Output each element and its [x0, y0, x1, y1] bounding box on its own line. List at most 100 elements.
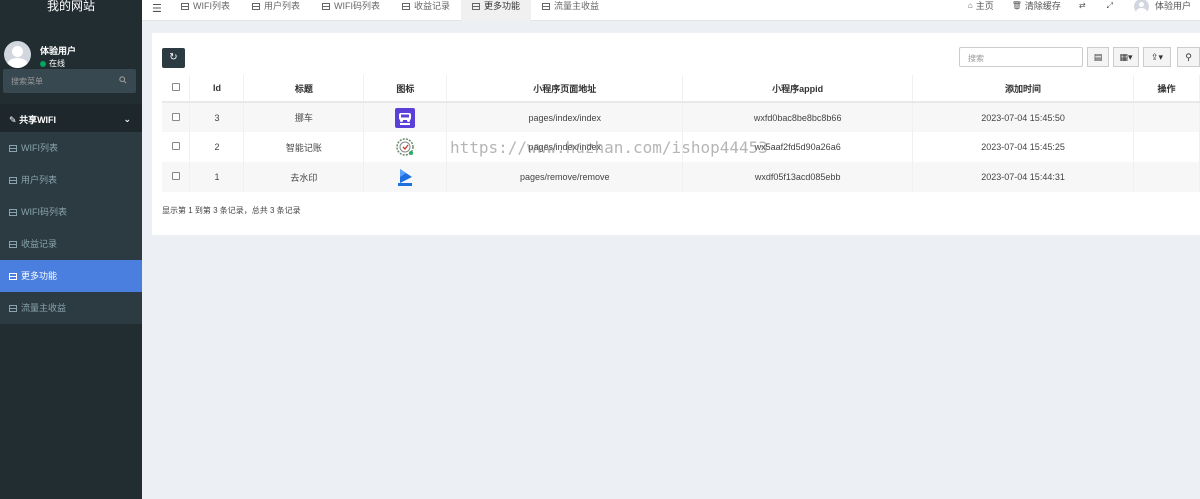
sidebar-item-wifi-code-list[interactable]: WIFI码列表	[0, 196, 142, 228]
row-checkbox[interactable]	[171, 142, 180, 150]
home-icon: ⌂	[967, 1, 973, 10]
row-time: 2023-07-04 15:45:50	[912, 102, 1134, 132]
tab-more-features[interactable]: 更多功能	[461, 0, 532, 21]
row-actions	[1133, 132, 1200, 162]
menu-search-input[interactable]: 搜索菜单	[3, 69, 136, 93]
language-button[interactable]: ⇄	[1070, 0, 1098, 21]
table-row[interactable]: 3 挪车 pages/index/index wxfd0bac8be8bc8b6…	[162, 102, 1200, 132]
tab-wifi-code-list[interactable]: WIFI码列表	[311, 0, 391, 21]
row-appid: wxdf05f13acd085ebb	[682, 162, 914, 192]
row-id: 2	[189, 132, 245, 162]
pagination-summary: 显示第 1 到第 3 条记录，总共 3 条记录	[162, 206, 301, 215]
list-icon: ▤	[1093, 52, 1103, 62]
sidebar-item-income-records[interactable]: 收益记录	[0, 228, 142, 260]
fullscreen-button[interactable]: ⤢	[1098, 0, 1125, 21]
menu-search-placeholder: 搜索菜单	[11, 77, 43, 86]
columns-button[interactable]: ▦▾	[1113, 47, 1139, 67]
column-header-actions: 操作	[1133, 75, 1200, 103]
select-all-checkbox[interactable]	[171, 83, 180, 91]
magic-wand-icon: ✎	[9, 115, 17, 125]
play-app-icon[interactable]	[395, 167, 415, 187]
sidebar-item-traffic-income[interactable]: 流量主收益	[0, 292, 142, 324]
tab-income-records[interactable]: 收益记录	[391, 0, 461, 21]
sidebar-item-wifi-list[interactable]: WIFI列表	[0, 132, 142, 164]
language-icon: ⇄	[1078, 1, 1086, 10]
top-nav: ☰ WIFI列表 用户列表 WIFI码列表 收益记录 更多功能 流量主收益 ⌂ 主…	[142, 0, 1200, 21]
data-table: Id 标题 图标 小程序页面地址 小程序appid 添加时间 操作 3 挪车 p…	[162, 75, 1200, 192]
row-time: 2023-07-04 15:44:31	[912, 162, 1134, 192]
tab-traffic-income[interactable]: 流量主收益	[531, 0, 610, 21]
row-time: 2023-07-04 15:45:25	[912, 132, 1134, 162]
table-icon	[472, 3, 481, 10]
content-panel: ↻ 搜索 ▤ ▦▾ ⇪▾ ⚲ Id 标题 图标 小程序页面地址 小程序appid…	[152, 33, 1200, 235]
table-icon	[322, 3, 331, 10]
row-page: pages/remove/remove	[446, 162, 684, 192]
export-button[interactable]: ⇪▾	[1143, 47, 1171, 67]
tab-user-list[interactable]: 用户列表	[241, 0, 311, 21]
user-menu[interactable]: 体验用户	[1125, 0, 1200, 21]
ledger-app-icon[interactable]	[395, 137, 415, 157]
menu-group-shared-wifi[interactable]: ✎ 共享WIFI ⌄	[0, 104, 142, 132]
nav-right: ⌂ 主页 🗑 清除缓存 ⇄ ⤢ 体验用户	[959, 0, 1200, 21]
row-page: pages/index/index	[446, 102, 684, 132]
table-icon	[9, 177, 17, 184]
row-title: 智能记账	[243, 132, 365, 162]
avatar	[1133, 0, 1149, 14]
site-title[interactable]: 我的网站	[0, 0, 142, 13]
grid-icon: ▦▾	[1119, 52, 1133, 62]
fullscreen-icon: ⤢	[1106, 1, 1113, 10]
row-actions	[1133, 102, 1200, 132]
watermark-text: https://www.huzhan.com/ishop44453	[450, 138, 768, 157]
table-icon	[402, 3, 411, 10]
advanced-search-button[interactable]: ⚲	[1177, 47, 1200, 67]
row-title: 挪车	[243, 102, 365, 132]
home-link[interactable]: ⌂ 主页	[959, 0, 1003, 21]
online-dot-icon	[40, 60, 46, 67]
menu-toggle-icon[interactable]: ☰	[152, 2, 162, 15]
table-icon	[9, 305, 17, 312]
refresh-button[interactable]: ↻	[162, 48, 185, 68]
table-icon	[252, 3, 260, 10]
table-icon	[9, 241, 17, 248]
row-title: 去水印	[243, 162, 365, 192]
row-checkbox[interactable]	[171, 112, 180, 121]
chevron-down-icon: ⌄	[123, 114, 131, 124]
search-icon: ⚲	[1185, 52, 1192, 62]
user-name: 体验用户	[40, 46, 77, 56]
row-actions	[1133, 162, 1200, 192]
sidebar-menu: WIFI列表 用户列表 WIFI码列表 收益记录 更多功能 流量主收益	[0, 132, 142, 324]
column-header-page[interactable]: 小程序页面地址	[446, 75, 684, 103]
toggle-view-button[interactable]: ▤	[1087, 47, 1109, 67]
table-header-row: Id 标题 图标 小程序页面地址 小程序appid 添加时间 操作	[162, 75, 1200, 103]
table-icon	[542, 3, 551, 10]
column-header-id[interactable]: Id	[189, 75, 245, 103]
refresh-icon: ↻	[169, 52, 178, 63]
column-header-time[interactable]: 添加时间	[912, 75, 1134, 103]
column-header-icon[interactable]: 图标	[363, 75, 448, 103]
export-icon: ⇪▾	[1150, 52, 1164, 62]
sidebar-item-user-list[interactable]: 用户列表	[0, 164, 142, 196]
user-avatar	[4, 41, 31, 68]
row-appid: wxfd0bac8be8bc8b66	[682, 102, 914, 132]
table-icon	[9, 273, 17, 280]
table-search-placeholder: 搜索	[968, 54, 984, 63]
table-search-input[interactable]: 搜索	[959, 47, 1083, 67]
table-row[interactable]: 1 去水印 pages/remove/remove wxdf05f13acd08…	[162, 162, 1200, 192]
column-header-title[interactable]: 标题	[243, 75, 365, 103]
column-header-appid[interactable]: 小程序appid	[682, 75, 914, 103]
table-icon	[181, 3, 189, 10]
row-checkbox[interactable]	[171, 172, 180, 180]
user-panel: 体验用户 在线	[0, 13, 142, 68]
user-status: 在线	[40, 58, 65, 69]
select-all-cell	[162, 75, 191, 103]
tab-wifi-list[interactable]: WIFI列表	[170, 0, 241, 21]
sidebar-item-more-features[interactable]: 更多功能	[0, 260, 142, 292]
row-id: 3	[189, 102, 245, 132]
tab-bar: WIFI列表 用户列表 WIFI码列表 收益记录 更多功能 流量主收益	[170, 0, 610, 21]
row-id: 1	[189, 162, 245, 192]
clear-cache-button[interactable]: 🗑 清除缓存	[1003, 0, 1070, 21]
sidebar: 我的网站 体验用户 在线 搜索菜单 ✎ 共享WIFI ⌄ WIFI列表 用户列表…	[0, 0, 142, 499]
search-icon[interactable]	[119, 76, 127, 84]
car-app-icon[interactable]	[395, 107, 416, 128]
trash-icon: 🗑	[1011, 1, 1022, 10]
